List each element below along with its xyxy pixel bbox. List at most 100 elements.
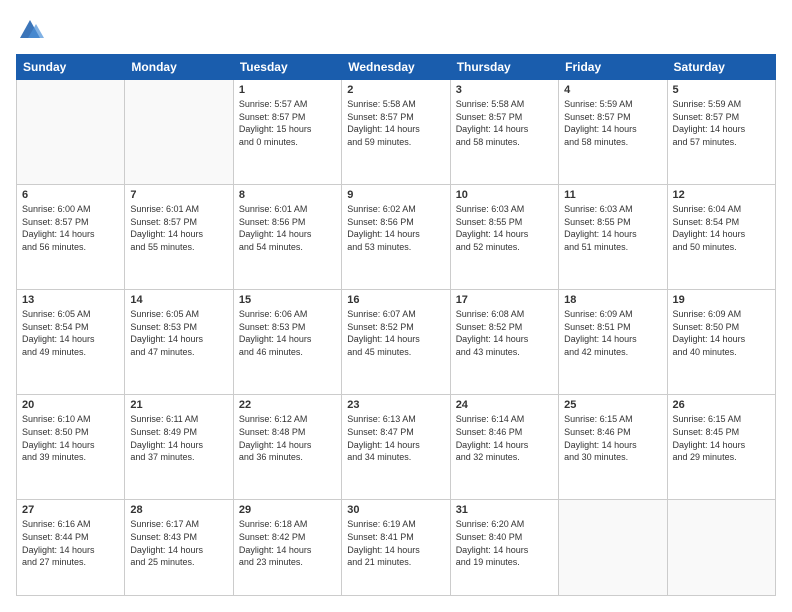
day-number: 22	[239, 399, 336, 411]
day-content: Sunrise: 5:58 AM Sunset: 8:57 PM Dayligh…	[456, 98, 553, 148]
day-content: Sunrise: 6:11 AM Sunset: 8:49 PM Dayligh…	[130, 413, 227, 463]
day-number: 27	[22, 504, 119, 516]
day-number: 5	[673, 84, 770, 96]
day-number: 7	[130, 189, 227, 201]
day-content: Sunrise: 6:17 AM Sunset: 8:43 PM Dayligh…	[130, 518, 227, 568]
page: SundayMondayTuesdayWednesdayThursdayFrid…	[0, 0, 792, 612]
calendar-cell: 24 Sunrise: 6:14 AM Sunset: 8:46 PM Dayli…	[450, 395, 558, 500]
day-content: Sunrise: 6:03 AM Sunset: 8:55 PM Dayligh…	[456, 203, 553, 253]
calendar-week-2: 6 Sunrise: 6:00 AM Sunset: 8:57 PM Daylig…	[17, 185, 776, 290]
calendar-cell: 11Sunrise: 6:03 AM Sunset: 8:55 PM Dayli…	[559, 185, 667, 290]
calendar-cell: 16 Sunrise: 6:07 AM Sunset: 8:52 PM Dayli…	[342, 290, 450, 395]
day-content: Sunrise: 6:20 AM Sunset: 8:40 PM Dayligh…	[456, 518, 553, 568]
day-content: Sunrise: 6:19 AM Sunset: 8:41 PM Dayligh…	[347, 518, 444, 568]
day-content: Sunrise: 6:06 AM Sunset: 8:53 PM Dayligh…	[239, 308, 336, 358]
day-number: 30	[347, 504, 444, 516]
calendar-week-3: 13 Sunrise: 6:05 AM Sunset: 8:54 PM Dayli…	[17, 290, 776, 395]
day-content: Sunrise: 6:15 AM Sunset: 8:45 PM Dayligh…	[673, 413, 770, 463]
calendar-cell: 13 Sunrise: 6:05 AM Sunset: 8:54 PM Dayli…	[17, 290, 125, 395]
calendar-cell: 5 Sunrise: 5:59 AM Sunset: 8:57 PM Daylig…	[667, 80, 775, 185]
calendar-cell: 18Sunrise: 6:09 AM Sunset: 8:51 PM Dayli…	[559, 290, 667, 395]
day-content: Sunrise: 6:10 AM Sunset: 8:50 PM Dayligh…	[22, 413, 119, 463]
calendar-cell: 17 Sunrise: 6:08 AM Sunset: 8:52 PM Dayli…	[450, 290, 558, 395]
day-number: 13	[22, 294, 119, 306]
day-content: Sunrise: 6:14 AM Sunset: 8:46 PM Dayligh…	[456, 413, 553, 463]
day-number: 2	[347, 84, 444, 96]
day-number: 25	[564, 399, 661, 411]
day-number: 26	[673, 399, 770, 411]
calendar-header-wednesday: Wednesday	[342, 55, 450, 80]
calendar-cell: 1 Sunrise: 5:57 AM Sunset: 8:57 PM Daylig…	[233, 80, 341, 185]
day-content: Sunrise: 6:05 AM Sunset: 8:53 PM Dayligh…	[130, 308, 227, 358]
calendar-cell: 12Sunrise: 6:04 AM Sunset: 8:54 PM Dayli…	[667, 185, 775, 290]
calendar-cell: 2 Sunrise: 5:58 AM Sunset: 8:57 PM Daylig…	[342, 80, 450, 185]
day-number: 21	[130, 399, 227, 411]
day-content: Sunrise: 6:08 AM Sunset: 8:52 PM Dayligh…	[456, 308, 553, 358]
calendar-cell: 15 Sunrise: 6:06 AM Sunset: 8:53 PM Dayli…	[233, 290, 341, 395]
day-number: 10	[456, 189, 553, 201]
day-content: Sunrise: 6:18 AM Sunset: 8:42 PM Dayligh…	[239, 518, 336, 568]
day-number: 8	[239, 189, 336, 201]
calendar-cell: 8 Sunrise: 6:01 AM Sunset: 8:56 PM Daylig…	[233, 185, 341, 290]
day-content: Sunrise: 6:04 AM Sunset: 8:54 PM Dayligh…	[673, 203, 770, 253]
calendar-cell: 26 Sunrise: 6:15 AM Sunset: 8:45 PM Dayli…	[667, 395, 775, 500]
calendar-header-sunday: Sunday	[17, 55, 125, 80]
calendar-cell: 3Sunrise: 5:58 AM Sunset: 8:57 PM Daylig…	[450, 80, 558, 185]
day-number: 14	[130, 294, 227, 306]
day-number: 9	[347, 189, 444, 201]
logo	[16, 16, 48, 44]
calendar-cell: 28Sunrise: 6:17 AM Sunset: 8:43 PM Dayli…	[125, 500, 233, 596]
calendar-week-4: 20 Sunrise: 6:10 AM Sunset: 8:50 PM Dayli…	[17, 395, 776, 500]
calendar-cell: 6 Sunrise: 6:00 AM Sunset: 8:57 PM Daylig…	[17, 185, 125, 290]
calendar-week-1: 1 Sunrise: 5:57 AM Sunset: 8:57 PM Daylig…	[17, 80, 776, 185]
day-content: Sunrise: 6:01 AM Sunset: 8:57 PM Dayligh…	[130, 203, 227, 253]
day-number: 1	[239, 84, 336, 96]
calendar-header-monday: Monday	[125, 55, 233, 80]
calendar-cell: 20 Sunrise: 6:10 AM Sunset: 8:50 PM Dayli…	[17, 395, 125, 500]
calendar-cell	[559, 500, 667, 596]
calendar-week-5: 27 Sunrise: 6:16 AM Sunset: 8:44 PM Dayli…	[17, 500, 776, 596]
day-number: 17	[456, 294, 553, 306]
calendar-header-thursday: Thursday	[450, 55, 558, 80]
day-content: Sunrise: 6:01 AM Sunset: 8:56 PM Dayligh…	[239, 203, 336, 253]
logo-icon	[16, 16, 44, 44]
day-number: 20	[22, 399, 119, 411]
calendar-cell	[667, 500, 775, 596]
day-number: 11	[564, 189, 661, 201]
day-number: 24	[456, 399, 553, 411]
day-number: 4	[564, 84, 661, 96]
day-content: Sunrise: 6:13 AM Sunset: 8:47 PM Dayligh…	[347, 413, 444, 463]
calendar-cell	[125, 80, 233, 185]
calendar-cell	[17, 80, 125, 185]
day-content: Sunrise: 6:00 AM Sunset: 8:57 PM Dayligh…	[22, 203, 119, 253]
calendar-header-friday: Friday	[559, 55, 667, 80]
day-content: Sunrise: 6:09 AM Sunset: 8:50 PM Dayligh…	[673, 308, 770, 358]
day-number: 19	[673, 294, 770, 306]
calendar-cell: 19 Sunrise: 6:09 AM Sunset: 8:50 PM Dayli…	[667, 290, 775, 395]
calendar-cell: 10 Sunrise: 6:03 AM Sunset: 8:55 PM Dayli…	[450, 185, 558, 290]
calendar-cell: 29 Sunrise: 6:18 AM Sunset: 8:42 PM Dayli…	[233, 500, 341, 596]
day-number: 16	[347, 294, 444, 306]
calendar-cell: 27 Sunrise: 6:16 AM Sunset: 8:44 PM Dayli…	[17, 500, 125, 596]
calendar-cell: 9Sunrise: 6:02 AM Sunset: 8:56 PM Daylig…	[342, 185, 450, 290]
day-content: Sunrise: 5:58 AM Sunset: 8:57 PM Dayligh…	[347, 98, 444, 148]
day-number: 29	[239, 504, 336, 516]
day-content: Sunrise: 6:05 AM Sunset: 8:54 PM Dayligh…	[22, 308, 119, 358]
day-content: Sunrise: 5:57 AM Sunset: 8:57 PM Dayligh…	[239, 98, 336, 148]
calendar-cell: 14 Sunrise: 6:05 AM Sunset: 8:53 PM Dayli…	[125, 290, 233, 395]
calendar-header-tuesday: Tuesday	[233, 55, 341, 80]
calendar-cell: 23Sunrise: 6:13 AM Sunset: 8:47 PM Dayli…	[342, 395, 450, 500]
calendar-cell: 4Sunrise: 5:59 AM Sunset: 8:57 PM Daylig…	[559, 80, 667, 185]
calendar-cell: 25Sunrise: 6:15 AM Sunset: 8:46 PM Dayli…	[559, 395, 667, 500]
day-number: 31	[456, 504, 553, 516]
day-number: 6	[22, 189, 119, 201]
day-number: 15	[239, 294, 336, 306]
calendar-cell: 7 Sunrise: 6:01 AM Sunset: 8:57 PM Daylig…	[125, 185, 233, 290]
day-content: Sunrise: 6:07 AM Sunset: 8:52 PM Dayligh…	[347, 308, 444, 358]
calendar-cell: 30 Sunrise: 6:19 AM Sunset: 8:41 PM Dayli…	[342, 500, 450, 596]
day-content: Sunrise: 6:16 AM Sunset: 8:44 PM Dayligh…	[22, 518, 119, 568]
header	[16, 16, 776, 44]
day-content: Sunrise: 6:12 AM Sunset: 8:48 PM Dayligh…	[239, 413, 336, 463]
calendar-cell: 22 Sunrise: 6:12 AM Sunset: 8:48 PM Dayli…	[233, 395, 341, 500]
day-content: Sunrise: 5:59 AM Sunset: 8:57 PM Dayligh…	[673, 98, 770, 148]
